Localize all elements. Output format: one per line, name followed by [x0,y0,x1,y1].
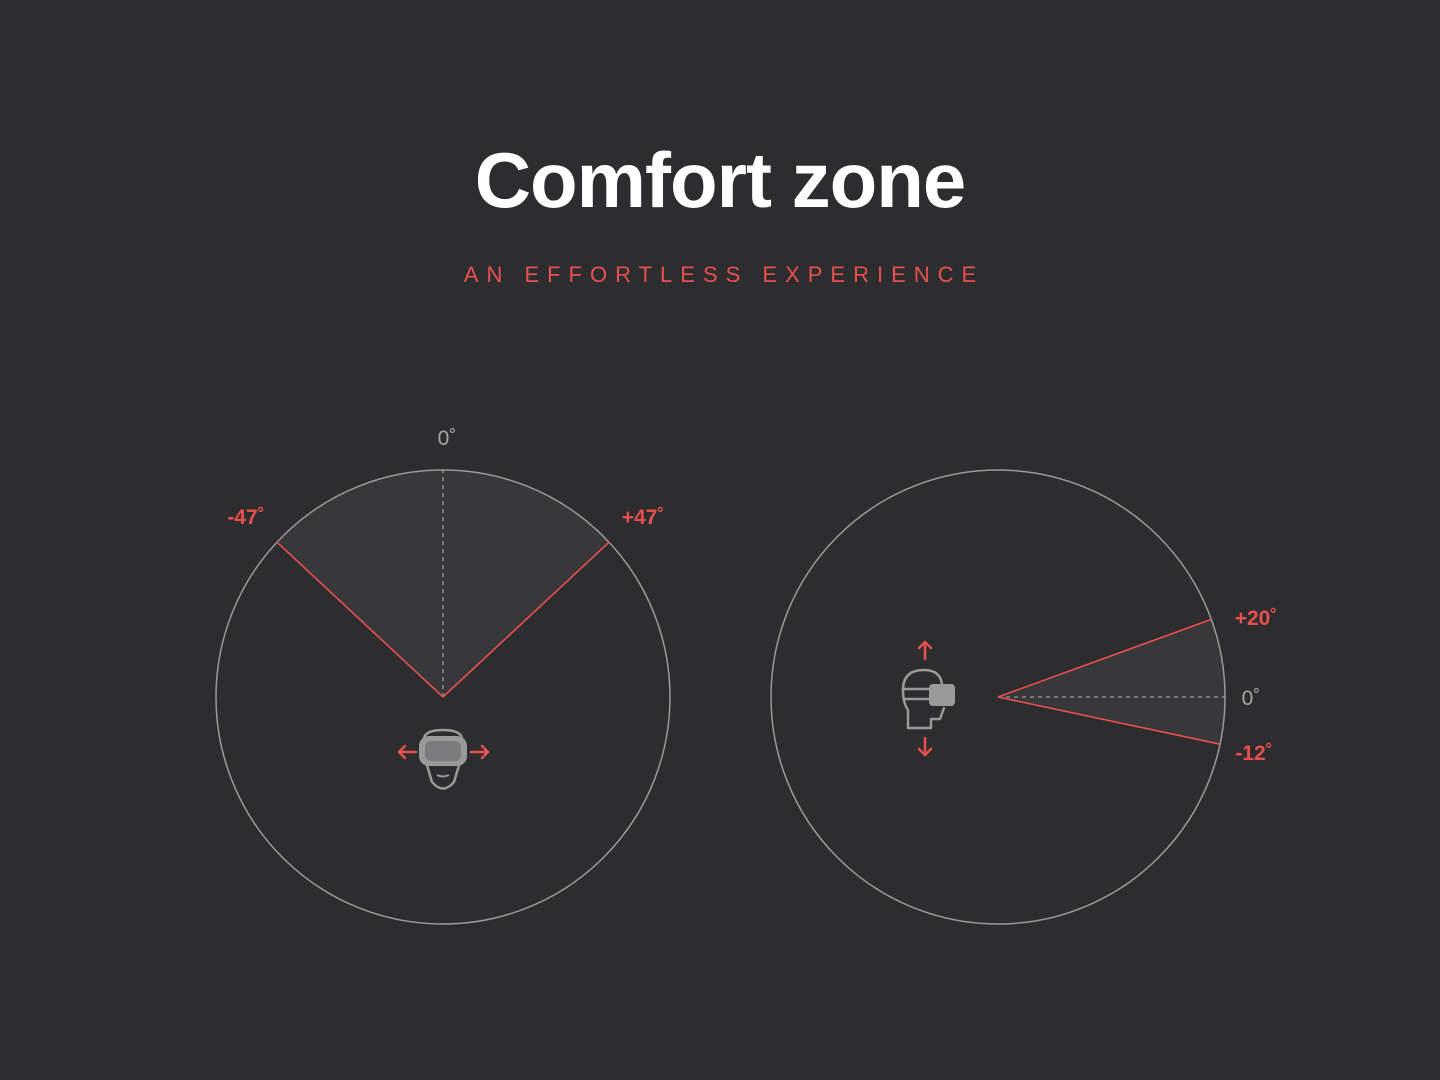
horizontal-comfort-diagram: 0˚ -47˚ +47˚ [215,427,671,925]
vertical-comfort-diagram: +20˚ 0˚ -12˚ [770,469,1278,925]
vr-headset-front-icon [419,728,467,790]
horizontal-right-label: +47˚ [622,506,665,529]
horizontal-zero-label: 0˚ [438,427,457,450]
vertical-comfort-sector [998,619,1225,745]
vertical-upper-label: +20˚ [1235,607,1278,630]
horizontal-left-label: -47˚ [227,506,264,529]
vertical-zero-label: 0˚ [1242,687,1261,710]
arrow-down-icon [917,736,933,757]
vertical-lower-label: -12˚ [1235,742,1272,765]
arrow-up-icon [917,640,933,661]
arrow-right-icon [469,744,490,760]
page: Comfort zone AN EFFORTLESS EXPERIENCE 0˚… [0,0,1440,1080]
arrow-left-icon [397,744,418,760]
vr-headset-side-icon [901,668,955,730]
comfort-zone-diagrams: 0˚ -47˚ +47˚ +20˚ 0˚ -12˚ [215,427,1278,925]
